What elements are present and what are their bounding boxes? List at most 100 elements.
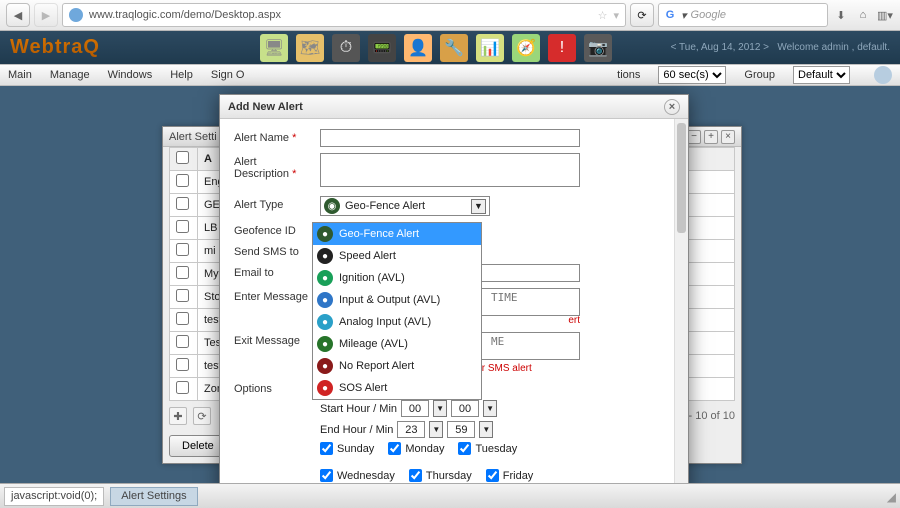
forward-button[interactable]: ▶: [34, 3, 58, 27]
scrollbar-thumb[interactable]: [677, 123, 686, 233]
day-sunday[interactable]: Sunday: [320, 442, 374, 455]
tool-icon-3[interactable]: ⏱: [332, 34, 360, 62]
tool-icon-9[interactable]: !: [548, 34, 576, 62]
menu-manage[interactable]: Manage: [50, 69, 90, 81]
alert-desc-input[interactable]: [320, 153, 580, 187]
grid-add-icon[interactable]: ✚: [169, 407, 187, 425]
modal-titlebar[interactable]: Add New Alert ×: [220, 95, 688, 119]
group-label: Group: [744, 69, 775, 81]
tool-icon-6[interactable]: 🔧: [440, 34, 468, 62]
window-max-icon[interactable]: +: [704, 130, 718, 144]
tool-icon-8[interactable]: 🧭: [512, 34, 540, 62]
i-analog-icon: ●: [317, 314, 333, 330]
welcome-text: Welcome admin , default.: [777, 42, 890, 53]
row-checkbox[interactable]: [176, 243, 189, 256]
menu-main[interactable]: Main: [8, 69, 32, 81]
day-thursday[interactable]: Thursday: [409, 469, 472, 482]
dropdown-item[interactable]: ● Mileage (AVL): [313, 333, 481, 355]
resize-grip-icon[interactable]: ◢: [887, 490, 896, 504]
row-checkbox[interactable]: [176, 358, 189, 371]
lbl-geofence-id: Geofence ID: [234, 222, 312, 237]
i-ign-icon: ●: [317, 270, 333, 286]
taskbar-tab-alert-settings[interactable]: Alert Settings: [110, 487, 197, 506]
select-all-checkbox[interactable]: [176, 151, 189, 164]
row-checkbox[interactable]: [176, 220, 189, 233]
chevron-down-icon[interactable]: ▼: [471, 199, 486, 214]
back-button[interactable]: ◀: [6, 3, 30, 27]
alert-name-input[interactable]: [320, 129, 580, 147]
dropdown-item-label: Speed Alert: [339, 250, 396, 262]
day-checkbox[interactable]: [388, 442, 401, 455]
search-dropdown-icon[interactable]: ▾: [681, 9, 687, 22]
download-icon[interactable]: ⬇: [832, 6, 850, 24]
i-geo-icon: ●: [317, 226, 333, 242]
tool-icon-4[interactable]: 📟: [368, 34, 396, 62]
menu-signout[interactable]: Sign O: [211, 69, 245, 81]
dropdown-item[interactable]: ●Analog Input (AVL): [313, 311, 481, 333]
refresh-interval-select[interactable]: 60 sec(s): [658, 66, 726, 84]
modal-title: Add New Alert: [228, 101, 303, 113]
row-checkbox[interactable]: [176, 174, 189, 187]
lbl-alert-desc: Alert Description: [234, 156, 289, 180]
row-checkbox[interactable]: [176, 335, 189, 348]
start-min-spinner[interactable]: ▼: [483, 400, 497, 417]
day-friday[interactable]: Friday: [486, 469, 534, 482]
day-checkbox[interactable]: [320, 442, 333, 455]
start-hour[interactable]: 00: [401, 400, 429, 417]
search-placeholder: Google: [691, 9, 726, 21]
tool-icon-5[interactable]: 👤: [404, 34, 432, 62]
dropdown-item[interactable]: ●Input & Output (AVL): [313, 289, 481, 311]
status-bar: javascript:void(0); Alert Settings ◢: [0, 483, 900, 508]
day-checkbox[interactable]: [486, 469, 499, 482]
end-hour[interactable]: 23: [397, 421, 425, 438]
tool-icon-10[interactable]: 📷: [584, 34, 612, 62]
end-min-spinner[interactable]: ▼: [479, 421, 493, 438]
day-checkbox[interactable]: [458, 442, 471, 455]
close-icon[interactable]: ×: [664, 99, 680, 115]
geo-fence-icon: ◉: [324, 198, 340, 214]
firefox-menu-icon[interactable]: ▥▾: [876, 6, 894, 24]
row-checkbox[interactable]: [176, 312, 189, 325]
tool-icon-7[interactable]: 📊: [476, 34, 504, 62]
row-checkbox[interactable]: [176, 289, 189, 302]
day-wednesday[interactable]: Wednesday: [320, 469, 395, 482]
row-checkbox[interactable]: [176, 381, 189, 394]
menu-windows[interactable]: Windows: [108, 69, 153, 81]
end-hour-spinner[interactable]: ▼: [429, 421, 443, 438]
home-icon[interactable]: ⌂: [854, 6, 872, 24]
window-close-icon[interactable]: ×: [721, 130, 735, 144]
alert-type-dropdown[interactable]: ●Geo-Fence Alert●Speed Alert●Ignition (A…: [312, 222, 482, 400]
menu-help[interactable]: Help: [170, 69, 193, 81]
row-count: - 10 of 10: [689, 410, 735, 422]
dropdown-item[interactable]: ●Speed Alert: [313, 245, 481, 267]
lbl-enter-msg: Enter Message: [234, 288, 312, 303]
group-select[interactable]: Default: [793, 66, 850, 84]
end-min[interactable]: 59: [447, 421, 475, 438]
start-min[interactable]: 00: [451, 400, 479, 417]
day-checkbox[interactable]: [320, 469, 333, 482]
grid-refresh-icon[interactable]: ⟳: [193, 407, 211, 425]
dropdown-item[interactable]: ●Geo-Fence Alert: [313, 223, 481, 245]
row-checkbox[interactable]: [176, 266, 189, 279]
dropdown-item[interactable]: ●No Report Alert: [313, 355, 481, 377]
reload-button[interactable]: ⟳: [630, 3, 654, 27]
alert-type-combo[interactable]: ◉ Geo-Fence Alert ▼: [320, 196, 490, 216]
bookmark-star-icon[interactable]: ☆: [598, 9, 608, 22]
tool-icon-1[interactable]: 🖥: [260, 34, 288, 62]
row-checkbox[interactable]: [176, 197, 189, 210]
modal-scrollbar[interactable]: [674, 119, 688, 483]
browser-search[interactable]: G ▾ Google: [658, 3, 828, 27]
day-checkbox[interactable]: [409, 469, 422, 482]
dropdown-item-label: Mileage (AVL): [339, 338, 408, 350]
window-min-icon[interactable]: −: [687, 130, 701, 144]
day-monday[interactable]: Monday: [388, 442, 444, 455]
i-mile-icon: ●: [317, 336, 333, 352]
tool-icon-2[interactable]: 🗺: [296, 34, 324, 62]
url-bar[interactable]: www.traqlogic.com/demo/Desktop.aspx ☆ ▾: [62, 3, 626, 27]
start-hour-spinner[interactable]: ▼: [433, 400, 447, 417]
dropdown-icon[interactable]: ▾: [613, 9, 619, 22]
avatar[interactable]: [874, 66, 892, 84]
dropdown-item[interactable]: ●Ignition (AVL): [313, 267, 481, 289]
day-tuesday[interactable]: Tuesday: [458, 442, 517, 455]
dropdown-item[interactable]: ●SOS Alert: [313, 377, 481, 399]
